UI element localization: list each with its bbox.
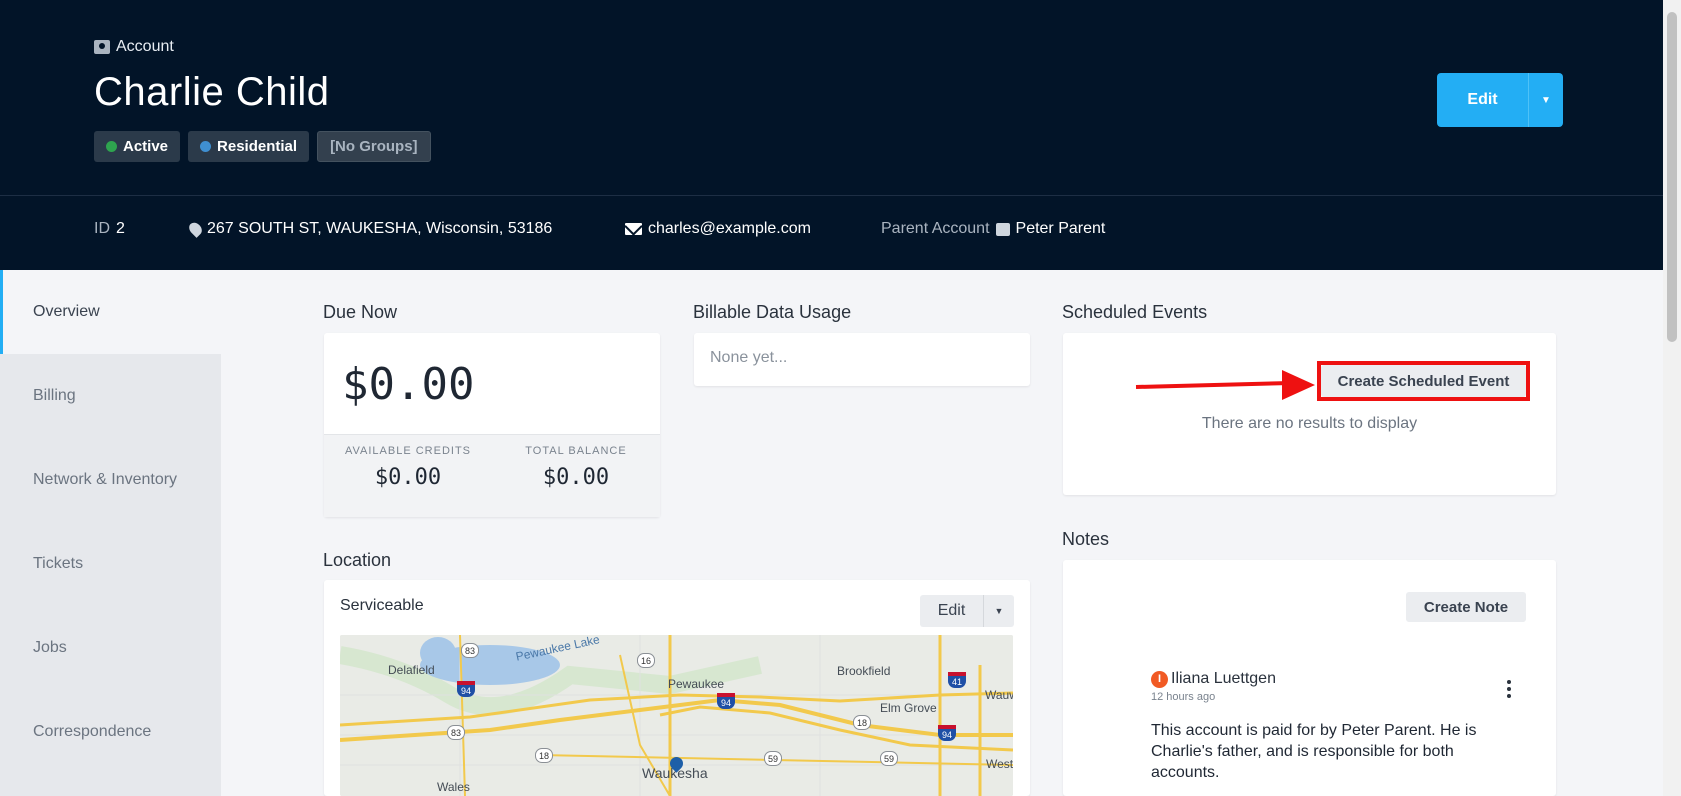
status-badges: Active Residential [No Groups] — [94, 131, 431, 162]
due-amount: $0.00 — [342, 359, 475, 410]
route-shield-icon: 16 — [637, 653, 655, 668]
total-balance: TOTAL BALANCE $0.00 — [492, 445, 660, 490]
avatar: I — [1151, 670, 1168, 688]
route-shield-icon: 83 — [447, 725, 465, 740]
account-icon — [94, 40, 110, 54]
due-now-card: $0.00 AVAILABLE CREDITS $0.00 TOTAL BALA… — [324, 333, 660, 517]
available-credits: AVAILABLE CREDITS $0.00 — [324, 445, 492, 490]
account-icon — [995, 222, 1010, 236]
balance-label: TOTAL BALANCE — [525, 445, 627, 457]
location-pin-icon — [186, 220, 205, 238]
map-place-label: Pewaukee — [668, 677, 725, 691]
route-shield-icon: 59 — [764, 751, 782, 766]
breadcrumb-label: Account — [116, 38, 174, 55]
active-dot-icon — [106, 141, 117, 152]
map-place-label: Elm Grove — [880, 701, 937, 715]
account-header: Account Charlie Child Active Residential… — [0, 0, 1663, 270]
parent-label: Parent Account — [881, 220, 990, 237]
envelope-icon — [625, 223, 642, 235]
badge-label: Residential — [217, 138, 298, 155]
sidebar-item-overview[interactable]: Overview — [0, 270, 221, 354]
notes-title: Notes — [1062, 529, 1110, 549]
account-address[interactable]: 267 SOUTH ST, WAUKESHA, Wisconsin, 53186 — [186, 220, 552, 238]
route-shield-icon: 83 — [461, 643, 479, 658]
notes-card: Create Note I Iliana Luettgen 12 hours a… — [1063, 560, 1556, 796]
location-edit-button[interactable]: Edit ▼ — [920, 595, 1014, 627]
note-author: I Iliana Luettgen — [1151, 670, 1276, 688]
page-title: Charlie Child — [94, 70, 330, 114]
map-place-label: Wales — [437, 780, 470, 794]
id-value: 2 — [116, 220, 125, 237]
location-title: Location — [323, 550, 392, 570]
sidebar-item-network-inventory[interactable]: Network & Inventory — [0, 438, 221, 522]
note-body: This account is paid for by Peter Parent… — [1151, 720, 1476, 783]
credits-value: $0.00 — [374, 465, 442, 490]
balance-value: $0.00 — [542, 465, 610, 490]
map-place-label: Brookfield — [837, 664, 891, 678]
map-place-label: West Allis — [986, 757, 1013, 771]
map-place-label: Wauwatosa — [985, 688, 1013, 702]
highlight-box — [1317, 361, 1530, 401]
id-label: ID — [94, 220, 110, 237]
interstate-shield-icon: 94 — [717, 693, 735, 709]
location-edit-label[interactable]: Edit — [920, 595, 984, 627]
interstate-shield-icon: 41 — [948, 672, 966, 688]
edit-account-button[interactable]: Edit ▼ — [1437, 73, 1563, 127]
type-badge-residential: Residential — [188, 131, 310, 162]
note-timestamp: 12 hours ago — [1151, 691, 1216, 703]
due-now-title: Due Now — [323, 302, 398, 322]
page-scrollbar[interactable] — [1663, 0, 1681, 796]
breadcrumb[interactable]: Account — [94, 38, 174, 56]
scrollbar-thumb[interactable] — [1667, 12, 1677, 342]
groups-badge: [No Groups] — [317, 131, 431, 162]
data-usage-title: Billable Data Usage — [693, 302, 852, 322]
interstate-shield-icon: 94 — [457, 681, 475, 697]
events-empty-message: There are no results to display — [1201, 415, 1418, 432]
email-link[interactable]: charles@example.com — [648, 220, 811, 238]
data-usage-empty: None yet... — [710, 349, 788, 366]
sidebar: Overview Billing Network & Inventory Tic… — [0, 270, 221, 796]
badge-label: [No Groups] — [330, 138, 418, 155]
interstate-shield-icon: 94 — [938, 725, 956, 741]
chevron-down-icon[interactable]: ▼ — [984, 595, 1014, 627]
header-divider — [0, 195, 1663, 196]
sidebar-item-correspondence[interactable]: Correspondence — [0, 690, 221, 774]
sidebar-item-tickets[interactable]: Tickets — [0, 522, 221, 606]
data-usage-card: None yet... — [694, 333, 1030, 386]
status-badge-active: Active — [94, 131, 181, 162]
create-note-button[interactable]: Create Note — [1406, 592, 1526, 622]
chevron-down-icon[interactable]: ▼ — [1529, 73, 1563, 127]
scheduled-events-card: There are no results to display — [1063, 333, 1556, 495]
map-place-label: Delafield — [388, 663, 435, 677]
address-text[interactable]: 267 SOUTH ST, WAUKESHA, Wisconsin, 53186 — [207, 220, 552, 238]
arrow-head-icon — [1282, 370, 1315, 400]
scheduled-events-title: Scheduled Events — [1062, 302, 1208, 322]
note-author-name: Iliana Luettgen — [1171, 670, 1276, 687]
sidebar-item-billing[interactable]: Billing — [0, 354, 221, 438]
parent-account-link[interactable]: Peter Parent — [1016, 220, 1106, 238]
account-email[interactable]: charles@example.com — [625, 220, 811, 238]
route-shield-icon: 18 — [853, 715, 871, 730]
sidebar-item-jobs[interactable]: Jobs — [0, 606, 221, 690]
route-shield-icon: 59 — [880, 751, 898, 766]
route-shield-icon: 18 — [535, 748, 553, 763]
due-summary: AVAILABLE CREDITS $0.00 TOTAL BALANCE $0… — [324, 434, 660, 517]
badge-label: Active — [123, 138, 169, 155]
location-map[interactable]: Delafield Pewaukee Lake Pewaukee Brookfi… — [340, 635, 1013, 796]
note-body-line: accounts. — [1151, 764, 1220, 781]
parent-account[interactable]: Parent Account Peter Parent — [881, 220, 1105, 238]
credits-label: AVAILABLE CREDITS — [344, 445, 472, 457]
note-body-line: This account is paid for by Peter Parent… — [1151, 722, 1477, 739]
serviceability-status: Serviceable — [340, 597, 424, 614]
more-options-icon[interactable] — [1506, 680, 1512, 698]
edit-button-label[interactable]: Edit — [1437, 73, 1529, 127]
note-body-line: Charlie's father, and is responsible for… — [1151, 743, 1454, 760]
residential-dot-icon — [200, 141, 212, 152]
account-id: ID 2 — [94, 220, 125, 238]
